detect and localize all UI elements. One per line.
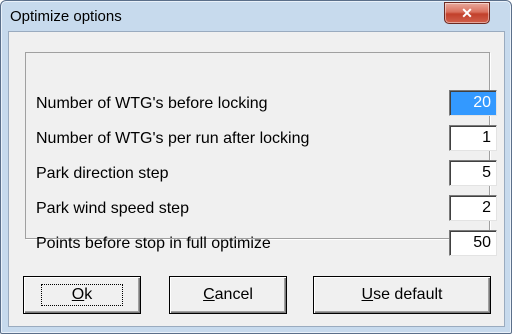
field-row-wtgs-per-run: Number of WTG's per run after locking 1 xyxy=(26,125,497,155)
field-label: Park direction step xyxy=(36,165,169,182)
ok-button-label: Ok xyxy=(40,284,124,306)
dialog-client-area: Number of WTG's before locking 20 Number… xyxy=(8,31,505,327)
park-direction-step-input[interactable]: 5 xyxy=(449,160,497,186)
ok-button[interactable]: Ok xyxy=(23,276,141,314)
title-bar[interactable]: Optimize options ✕ xyxy=(1,1,511,31)
field-label: Number of WTG's before locking xyxy=(36,95,268,112)
use-default-button-label: Use default xyxy=(362,286,443,304)
field-label: Number of WTG's per run after locking xyxy=(36,130,310,147)
field-row-wtgs-before-locking: Number of WTG's before locking 20 xyxy=(26,90,497,120)
field-label: Points before stop in full optimize xyxy=(36,235,271,252)
field-row-park-direction-step: Park direction step 5 xyxy=(26,160,497,190)
park-wind-speed-step-input[interactable]: 2 xyxy=(449,195,497,221)
close-icon: ✕ xyxy=(461,4,473,21)
close-button[interactable]: ✕ xyxy=(444,2,490,24)
cancel-button[interactable]: Cancel xyxy=(169,276,287,314)
field-row-points-before-stop: Points before stop in full optimize 50 xyxy=(26,230,497,260)
wtgs-per-run-input[interactable]: 1 xyxy=(449,125,497,151)
field-label: Park wind speed step xyxy=(36,200,189,217)
cancel-mnemonic: C xyxy=(203,286,215,303)
points-before-stop-input[interactable]: 50 xyxy=(449,230,497,256)
dialog-title: Optimize options xyxy=(10,8,122,25)
ok-label-rest: k xyxy=(84,286,93,303)
cancel-button-label: Cancel xyxy=(203,286,253,304)
field-row-park-wind-speed-step: Park wind speed step 2 xyxy=(26,195,497,225)
options-group: Number of WTG's before locking 20 Number… xyxy=(25,52,497,256)
cancel-label-rest: ancel xyxy=(214,286,253,303)
use-default-mnemonic: U xyxy=(361,286,374,303)
use-default-label-rest: se default xyxy=(373,286,443,303)
wtgs-before-locking-input[interactable]: 20 xyxy=(449,90,497,116)
optimize-options-dialog: Optimize options ✕ Number of WTG's befor… xyxy=(0,0,512,334)
use-default-button[interactable]: Use default xyxy=(313,276,491,314)
ok-mnemonic: O xyxy=(71,286,85,303)
